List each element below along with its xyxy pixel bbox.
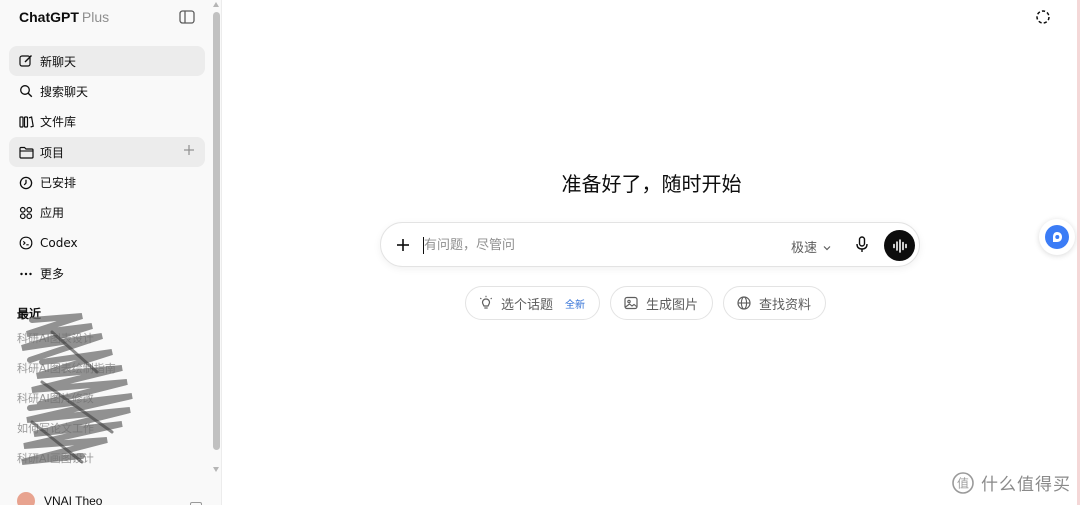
globe-icon [736, 295, 752, 311]
avatar [17, 492, 35, 505]
prompt-input[interactable] [424, 234, 724, 256]
sidebar-toggle-icon[interactable] [179, 9, 197, 25]
sidebar-item-label: 已安排 [40, 176, 77, 191]
sidebar-item-label: Codex [40, 236, 78, 251]
composer: 极速 [380, 222, 920, 267]
more-icon [18, 266, 34, 282]
sidebar-item-library[interactable]: 文件库 [9, 107, 205, 137]
chevron-down-icon [822, 242, 832, 252]
watermark-logo-icon: 值 [951, 471, 975, 495]
sidebar-item-label: 新聊天 [40, 54, 77, 69]
suggestion-chips: 选个话题 全新 生成图片 查找资料 [465, 286, 836, 320]
sidebar-nav: 新聊天 搜索聊天 文件库 项目 已安排 应用 Codex 更多 [9, 46, 205, 289]
sidebar-item-more[interactable]: 更多 [9, 259, 205, 289]
microphone-icon[interactable] [854, 235, 870, 255]
waveform-icon [892, 238, 907, 253]
voice-mode-button[interactable] [884, 230, 915, 261]
search-icon [18, 83, 34, 99]
folder-icon [18, 144, 34, 160]
sidebar-item-label: 更多 [40, 267, 65, 282]
user-profile[interactable]: VNAI Theo [17, 492, 102, 505]
main-area: 准备好了，随时开始 极速 选个话题 全新 生成图片 查找资料 [223, 0, 1080, 505]
scroll-thumb[interactable] [213, 12, 220, 450]
sidebar: ChatGPT Plus 新聊天 搜索聊天 文件库 项目 已安排 应用 Code… [0, 0, 222, 505]
sidebar-item-scheduled[interactable]: 已安排 [9, 168, 205, 198]
sidebar-scrollbar[interactable] [211, 0, 222, 480]
model-selector[interactable]: 极速 [791, 237, 832, 256]
sidebar-item-label: 搜索聊天 [40, 84, 89, 99]
apps-grid-icon [18, 205, 34, 221]
scroll-down-icon[interactable] [213, 467, 219, 472]
user-name: VNAI Theo [44, 494, 103, 505]
model-label: 极速 [791, 241, 818, 256]
sidebar-item-codex[interactable]: Codex [9, 228, 205, 258]
sidebar-item-projects[interactable]: 项目 [9, 137, 205, 168]
image-icon [623, 295, 639, 311]
page-title: 准备好了，随时开始 [561, 172, 742, 196]
temporary-chat-icon[interactable] [1035, 9, 1051, 25]
sidebar-item-label: 文件库 [40, 115, 77, 130]
redaction-scribble [21, 313, 133, 465]
library-icon [18, 114, 34, 130]
scroll-up-icon[interactable] [213, 2, 219, 7]
add-project-icon[interactable] [183, 144, 197, 158]
sidebar-item-new-chat[interactable]: 新聊天 [9, 46, 205, 76]
site-watermark: 值 什么值得买 [951, 470, 1071, 495]
clock-icon [18, 175, 34, 191]
edit-icon [18, 53, 34, 69]
lightbulb-icon [478, 295, 494, 311]
new-badge: 全新 [565, 299, 586, 311]
brand-name: ChatGPT [19, 9, 79, 25]
codex-icon [18, 235, 34, 251]
brand-title[interactable]: ChatGPT Plus [19, 9, 109, 25]
sidebar-item-apps[interactable]: 应用 [9, 198, 205, 228]
chip-label: 选个话题 [501, 297, 554, 313]
chip-pick-topic[interactable]: 选个话题 全新 [465, 286, 601, 320]
svg-text:值: 值 [957, 475, 969, 490]
floating-extension-button[interactable] [1039, 219, 1075, 255]
chip-find-info[interactable]: 查找资料 [723, 286, 827, 320]
sidebar-item-search-chats[interactable]: 搜索聊天 [9, 76, 205, 106]
sidebar-item-label: 应用 [40, 206, 65, 221]
add-attachment-icon[interactable] [395, 237, 411, 253]
extension-logo-icon [1045, 225, 1069, 249]
chip-label: 查找资料 [759, 297, 812, 313]
chip-label: 生成图片 [646, 297, 699, 313]
sidebar-item-label: 项目 [40, 145, 65, 160]
chip-generate-image[interactable]: 生成图片 [610, 286, 714, 320]
watermark-text: 什么值得买 [981, 475, 1071, 495]
sidebar-header: ChatGPT Plus [0, 0, 210, 36]
plan-label: Plus [81, 9, 110, 25]
